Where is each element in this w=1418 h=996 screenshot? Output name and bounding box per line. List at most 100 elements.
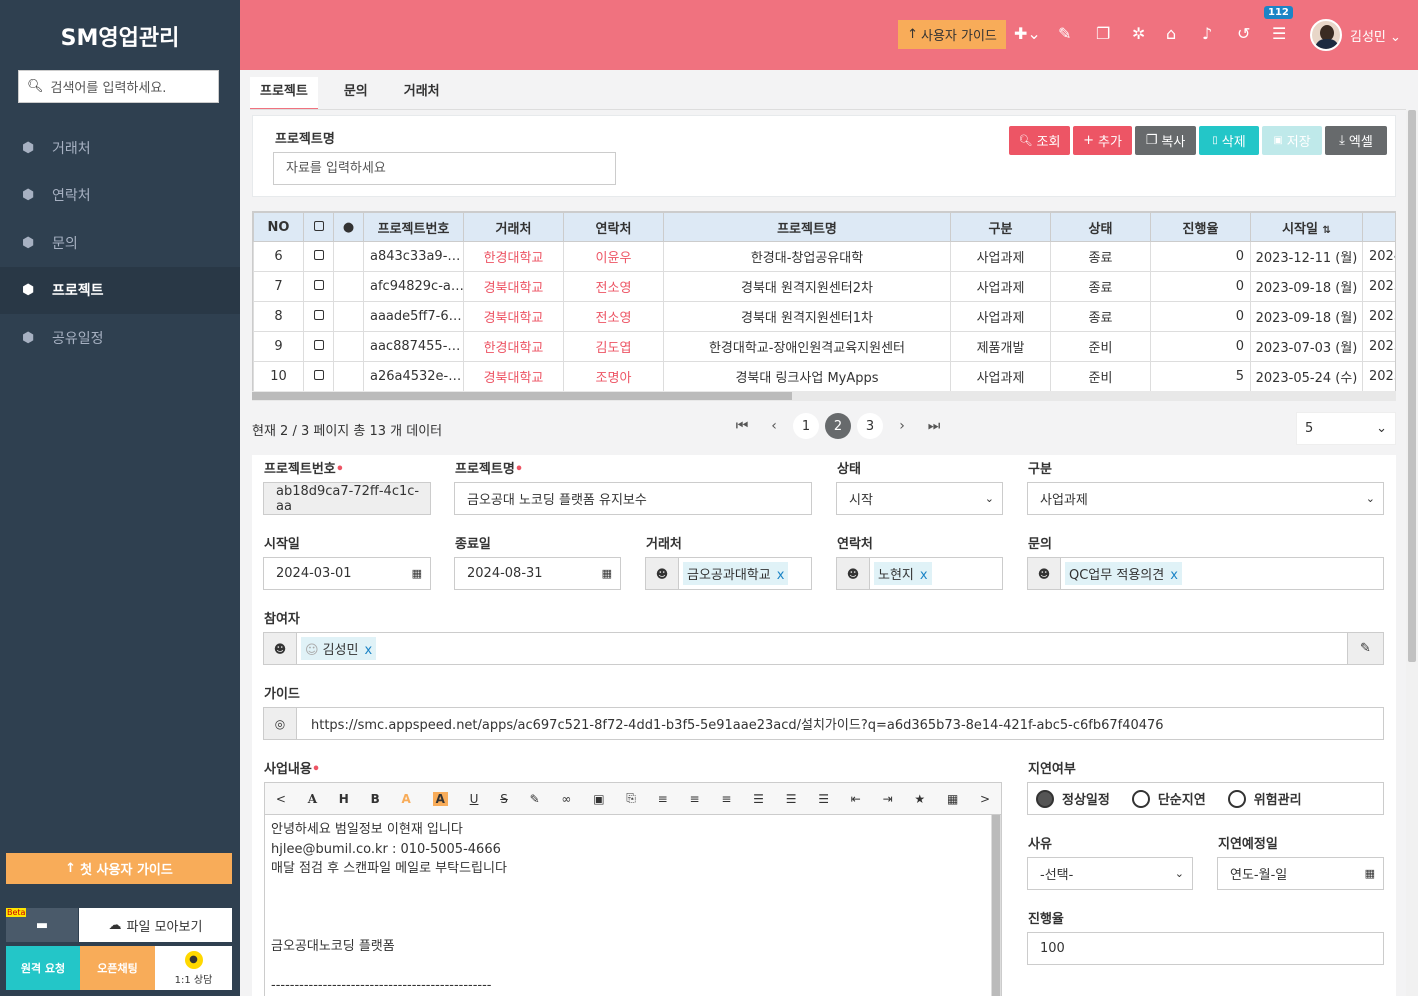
header-progress[interactable]: 진행율	[1150, 212, 1251, 242]
highlight-icon[interactable]: A	[432, 791, 448, 806]
strike-icon[interactable]: S	[500, 792, 508, 806]
table-row[interactable]: 10 a26a4532e-… 경북대학교 조명아 경북대 링크사업 MyApps 사업…	[253, 361, 1395, 392]
copy-icon[interactable]: ❐	[1096, 24, 1110, 43]
inbox-icon[interactable]: ⌂	[1166, 24, 1176, 43]
open-chat-button[interactable]: 오픈채팅	[80, 946, 155, 990]
end-date-field[interactable]: 2024-08-31 ▦	[454, 557, 621, 590]
page-scrollbar[interactable]	[1406, 110, 1418, 996]
client-field[interactable]: ☻ 금오공과대학교 x	[645, 557, 812, 590]
editor-scrollbar[interactable]	[991, 815, 1001, 996]
eraser-icon[interactable]: ✎	[1347, 633, 1383, 664]
bold-icon[interactable]: B	[371, 792, 380, 806]
files-button[interactable]: ☁ 파일 모아보기	[79, 908, 232, 942]
project-name-search-input[interactable]: 자료를 입력하세요	[273, 152, 616, 185]
next-page-icon[interactable]: ›	[889, 413, 915, 439]
content-editor[interactable]: 안녕하세요 범일정보 이현재 입니다 hjlee@bumil.co.kr : 0…	[264, 815, 1002, 996]
page-3[interactable]: 3	[857, 413, 883, 439]
outdent-icon[interactable]: ⇤	[851, 792, 861, 806]
user-guide-button[interactable]: ↑ 사용자 가이드	[898, 20, 1006, 49]
numbered-list-icon[interactable]: ☰	[818, 792, 829, 806]
toolbar-expand-icon[interactable]: >	[980, 792, 990, 806]
remote-request-button[interactable]: 원격 요청	[6, 946, 80, 990]
beta-panel-button[interactable]: Beta ▬	[6, 908, 78, 942]
align-right-icon[interactable]: ≡	[721, 792, 731, 806]
table-icon[interactable]: ▦	[947, 792, 958, 806]
indent-icon[interactable]: ⇥	[883, 792, 893, 806]
consult-button[interactable]: ● 1:1 상담	[155, 946, 232, 990]
header-start-date[interactable]: 시작일 ⇅	[1250, 212, 1363, 242]
sidebar-item-inquiries[interactable]: ⬢ 문의	[0, 219, 240, 267]
header-type[interactable]: 구분	[950, 212, 1051, 242]
remove-tag-icon[interactable]: x	[920, 568, 928, 583]
table-row[interactable]: 9 aac887455-… 한경대학교 김도엽 한경대학교-장애인원격교육지원센터 제…	[253, 331, 1395, 362]
font-icon[interactable]: A	[308, 792, 317, 806]
tab-projects[interactable]: 프로젝트	[250, 77, 318, 110]
sidebar-item-contacts[interactable]: ⬢ 연락처	[0, 172, 240, 220]
excel-button[interactable]: ⤓ 엑셀	[1325, 126, 1387, 155]
header-status[interactable]: 상태	[1050, 212, 1151, 242]
bell-icon[interactable]: ♪	[1202, 24, 1212, 43]
remove-tag-icon[interactable]: x	[777, 568, 785, 583]
copy-button[interactable]: ❐ 복사	[1135, 126, 1196, 155]
sidebar-item-projects[interactable]: ⬢ 프로젝트	[0, 266, 240, 314]
header-no[interactable]: NO	[253, 212, 304, 242]
app-logo[interactable]: SM영업관리	[0, 20, 240, 52]
eraser-icon[interactable]: ✎	[530, 792, 540, 806]
tasks-icon[interactable]: ☰	[1272, 24, 1286, 43]
sort-icon[interactable]: ⇅	[1323, 225, 1331, 236]
page-2[interactable]: 2	[825, 413, 851, 439]
table-row[interactable]: 6 a843c33a9-… 한경대학교 이윤우 한경대-창업공유대학 사업과제 종료 0…	[253, 241, 1395, 272]
remove-tag-icon[interactable]: x	[1170, 568, 1178, 583]
radio-simple-delay[interactable]: 단순지연	[1131, 789, 1206, 808]
user-menu[interactable]: 김성민 ⌄	[1350, 26, 1401, 45]
align-justify-icon[interactable]: ☰	[753, 792, 764, 806]
first-page-icon[interactable]: ⏮︎	[729, 413, 755, 439]
table-row[interactable]: 7 afc94829c-a… 경북대학교 전소영 경북대 원격지원센터2차 사업과제 종…	[253, 271, 1395, 302]
last-page-icon[interactable]: ⏭︎	[921, 413, 947, 439]
add-button[interactable]: + 추가	[1073, 126, 1132, 155]
link-icon[interactable]: ∞	[561, 792, 571, 806]
heading-icon[interactable]: H	[339, 792, 349, 806]
page-size-select[interactable]: 5 ⌄	[1296, 412, 1396, 445]
radio-normal[interactable]: 정상일정	[1036, 789, 1110, 808]
guide-url-field[interactable]: ◎ https://smc.appspeed.net/apps/ac697c521…	[263, 707, 1384, 740]
delay-date-field[interactable]: 연도-월-일 ▦	[1217, 857, 1384, 890]
toolbar-collapse-icon[interactable]: <	[276, 792, 286, 806]
tab-inquiries[interactable]: 문의	[334, 77, 378, 110]
edit-icon[interactable]: ✎	[1058, 24, 1071, 43]
checkbox-icon[interactable]	[313, 220, 324, 231]
star-icon[interactable]: ★	[914, 792, 925, 806]
share-icon[interactable]: ✲	[1132, 24, 1145, 43]
save-button[interactable]: ▣ 저장	[1262, 126, 1322, 155]
sidebar-item-shared-schedule[interactable]: ⬢ 공유일정	[0, 314, 240, 362]
start-date-field[interactable]: 2024-03-01 ▦	[263, 557, 431, 590]
radio-risk[interactable]: 위험관리	[1227, 789, 1302, 808]
delete-button[interactable]: ▯ 삭제	[1199, 126, 1259, 155]
history-icon[interactable]: ↺	[1237, 24, 1250, 43]
sidebar-search-input[interactable]: 🔍︎ 검색어를 입력하세요.	[18, 70, 219, 103]
plus-icon[interactable]: ✚⌄	[1014, 24, 1041, 43]
reason-select[interactable]: -선택- ⌄	[1027, 857, 1193, 890]
page-1[interactable]: 1	[793, 413, 819, 439]
first-user-guide-button[interactable]: ↑ 첫 사용자 가이드	[6, 853, 232, 884]
table-row[interactable]: 8 aaade5ff7-6… 경북대학교 전소영 경북대 원격지원센터1차 사업과제 종…	[253, 301, 1395, 332]
header-end-date[interactable]	[1362, 212, 1395, 242]
attach-icon[interactable]: ⎘	[626, 791, 636, 806]
font-color-icon[interactable]: A	[402, 792, 411, 806]
header-contact[interactable]: 연락처	[563, 212, 664, 242]
avatar[interactable]	[1310, 19, 1342, 51]
participants-field[interactable]: ☻ ☺ 김성민 x ✎	[263, 632, 1384, 665]
bullet-list-icon[interactable]: ☰	[786, 792, 797, 806]
progress-field[interactable]: 100	[1027, 932, 1384, 965]
row-checkbox[interactable]	[313, 280, 324, 290]
inquiry-field[interactable]: ☻ QC업무 적용의견 x	[1027, 557, 1384, 590]
row-checkbox[interactable]	[313, 310, 324, 320]
underline-icon[interactable]: U	[470, 792, 479, 806]
image-icon[interactable]: ▣	[593, 792, 604, 806]
header-client[interactable]: 거래처	[463, 212, 564, 242]
remove-tag-icon[interactable]: x	[364, 643, 372, 658]
project-no-field[interactable]: ab18d9ca7-72ff-4c1c-aa	[263, 482, 431, 515]
project-name-field[interactable]: 금오공대 노코딩 플랫폼 유지보수	[454, 482, 812, 515]
align-left-icon[interactable]: ≡	[658, 792, 668, 806]
contact-field[interactable]: ☻ 노현지 x	[836, 557, 1003, 590]
